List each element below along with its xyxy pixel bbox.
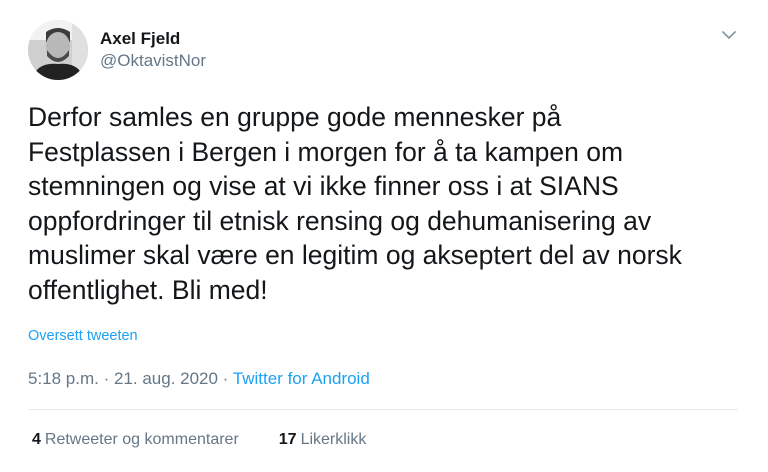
avatar[interactable] [28, 20, 88, 80]
retweets-label: Retweeter og kommentarer [44, 431, 239, 448]
meta-separator: · [98, 369, 114, 388]
chevron-down-icon[interactable] [720, 26, 738, 44]
tweet-source-link[interactable]: Twitter for Android [233, 369, 370, 388]
user-handle[interactable]: @OktavistNor [100, 50, 206, 72]
divider [28, 409, 738, 410]
retweets-count: 4 [32, 431, 41, 448]
tweet-time[interactable]: 5:18 p.m. [28, 369, 99, 388]
likes-count: 17 [278, 431, 297, 448]
tweet-stats: 4 Retweeter og kommentarer 17 Likerklikk [32, 431, 366, 449]
likes-label: Likerklikk [300, 431, 367, 448]
display-name[interactable]: Axel Fjeld [100, 28, 206, 50]
retweets-stat[interactable]: 4 Retweeter og kommentarer [32, 431, 239, 449]
user-names: Axel Fjeld @OktavistNor [100, 28, 206, 72]
avatar-image [28, 20, 88, 80]
translate-tweet-link[interactable]: Oversett tweeten [28, 328, 138, 344]
meta-separator: · [217, 369, 233, 388]
tweet-card: Axel Fjeld @OktavistNor Derfor samles en… [0, 0, 768, 472]
tweet-date[interactable]: 21. aug. 2020 [114, 369, 218, 388]
tweet-text: Derfor samles en gruppe gode mennesker p… [28, 102, 682, 305]
tweet-header: Axel Fjeld @OktavistNor [28, 20, 206, 80]
tweet-meta: 5:18 p.m. · 21. aug. 2020 · Twitter for … [28, 369, 370, 389]
likes-stat[interactable]: 17 Likerklikk [279, 431, 367, 449]
